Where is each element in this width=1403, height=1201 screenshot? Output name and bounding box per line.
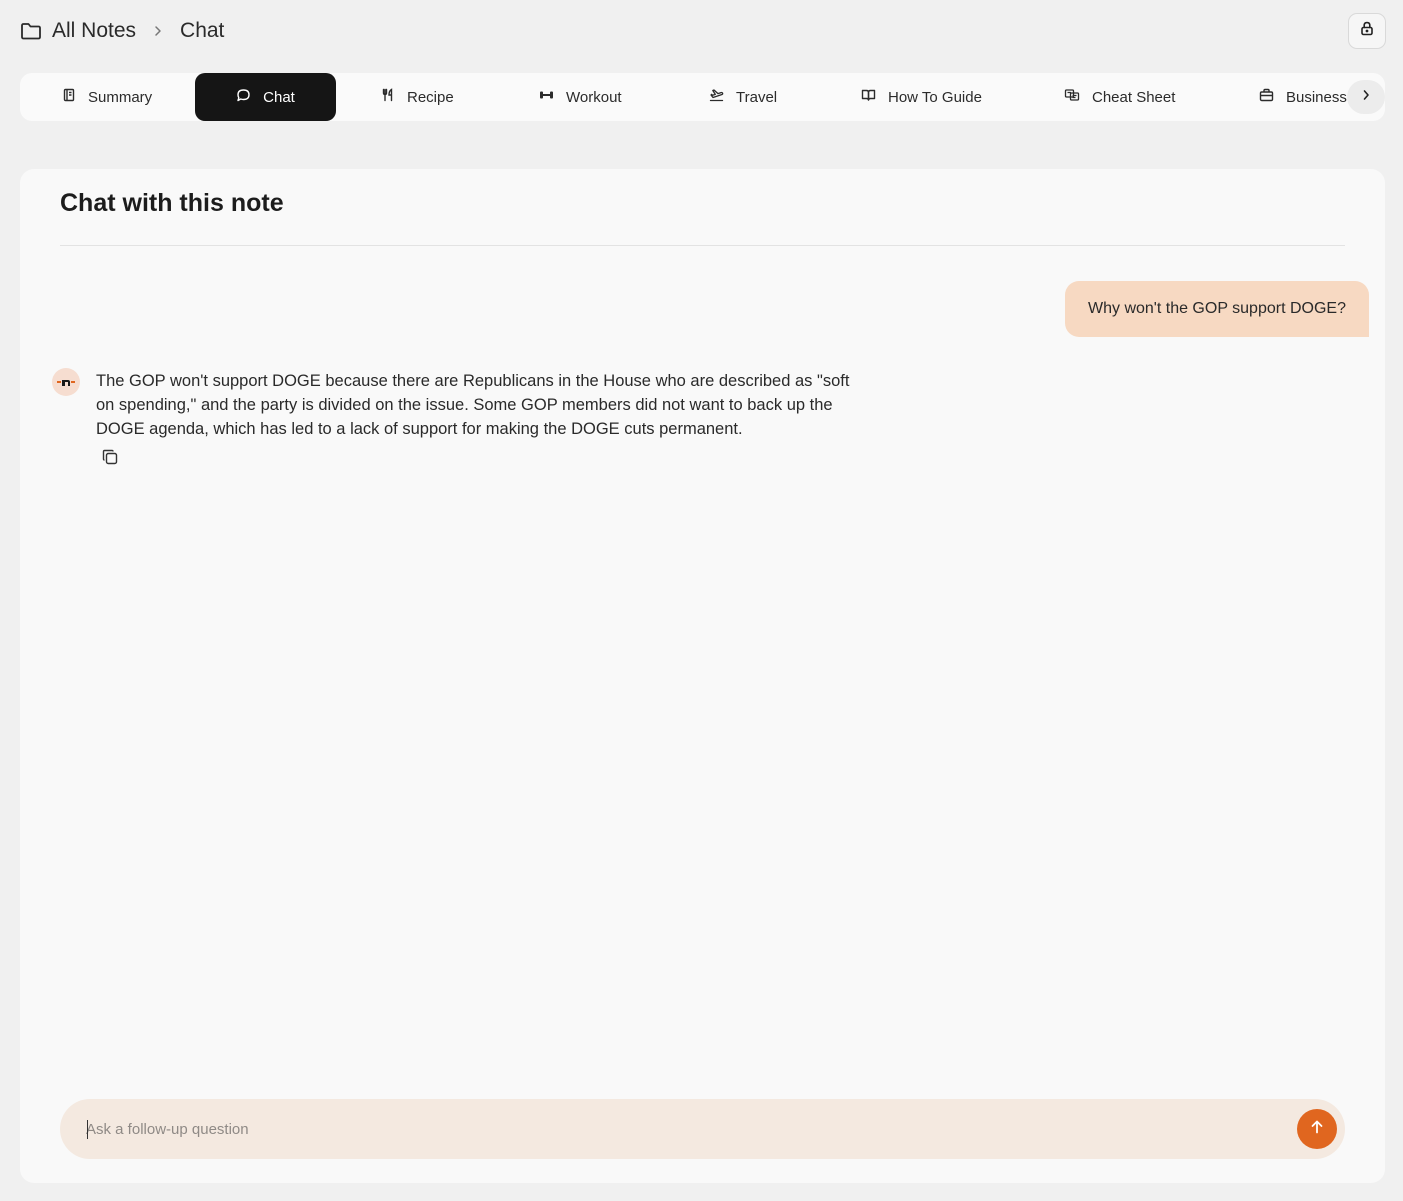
copy-icon <box>101 448 119 471</box>
breadcrumb: All Notes Chat <box>20 16 224 46</box>
composer <box>60 1099 1345 1159</box>
tab-how-to-guide[interactable]: How To Guide <box>861 73 982 121</box>
follow-up-input[interactable] <box>86 1099 1276 1159</box>
assistant-message: The GOP won't support DOGE because there… <box>96 372 850 438</box>
tab-travel[interactable]: Travel <box>709 73 777 121</box>
chat-panel: Chat with this note Why won't the GOP su… <box>20 169 1385 1183</box>
page-title: Chat with this note <box>60 189 284 217</box>
text-caret <box>87 1120 88 1139</box>
tab-label: Recipe <box>407 88 454 106</box>
tab-recipe[interactable]: Recipe <box>381 73 454 121</box>
cheat-sheet-icon <box>1064 88 1080 106</box>
divider <box>60 245 1345 246</box>
chevron-right-icon <box>1361 88 1371 106</box>
lock-icon <box>1360 21 1374 41</box>
tab-label: Chat <box>263 88 295 106</box>
briefcase-icon <box>1259 88 1274 106</box>
plane-icon <box>709 88 724 106</box>
tab-summary[interactable]: Summary <box>62 73 152 121</box>
notebook-icon <box>62 88 76 106</box>
top-bar: All Notes Chat <box>0 0 1403 62</box>
utensils-icon <box>381 88 395 106</box>
tab-label: Business <box>1286 88 1347 106</box>
dumbbell-icon <box>539 88 554 106</box>
copy-button[interactable] <box>100 449 120 469</box>
tab-business[interactable]: Business <box>1259 73 1347 121</box>
arrow-up-icon <box>1309 1119 1325 1140</box>
breadcrumb-all-notes[interactable]: All Notes <box>52 19 136 43</box>
lock-button[interactable] <box>1348 13 1386 49</box>
tab-chat[interactable]: Chat <box>195 73 336 121</box>
tab-label: Summary <box>88 88 153 106</box>
send-button[interactable] <box>1297 1109 1337 1149</box>
tab-cheat-sheet[interactable]: Cheat Sheet <box>1064 73 1175 121</box>
book-open-icon <box>861 88 876 106</box>
tab-label: Workout <box>566 88 622 106</box>
folder-icon[interactable] <box>20 20 42 42</box>
breadcrumb-current: Chat <box>180 19 225 42</box>
chevron-right-icon <box>150 23 166 39</box>
tab-workout[interactable]: Workout <box>539 73 622 121</box>
chat-bubble-icon <box>236 88 251 107</box>
tab-label: Travel <box>736 88 778 106</box>
assistant-avatar <box>52 368 80 396</box>
tab-label: Cheat Sheet <box>1092 88 1176 106</box>
template-tabs: Summary Chat Recipe Workout Travel How T… <box>20 73 1385 121</box>
tab-label: How To Guide <box>888 88 982 106</box>
tabs-scroll-right-button[interactable] <box>1347 80 1385 114</box>
user-message-bubble: Why won't the GOP support DOGE? <box>1065 281 1369 337</box>
